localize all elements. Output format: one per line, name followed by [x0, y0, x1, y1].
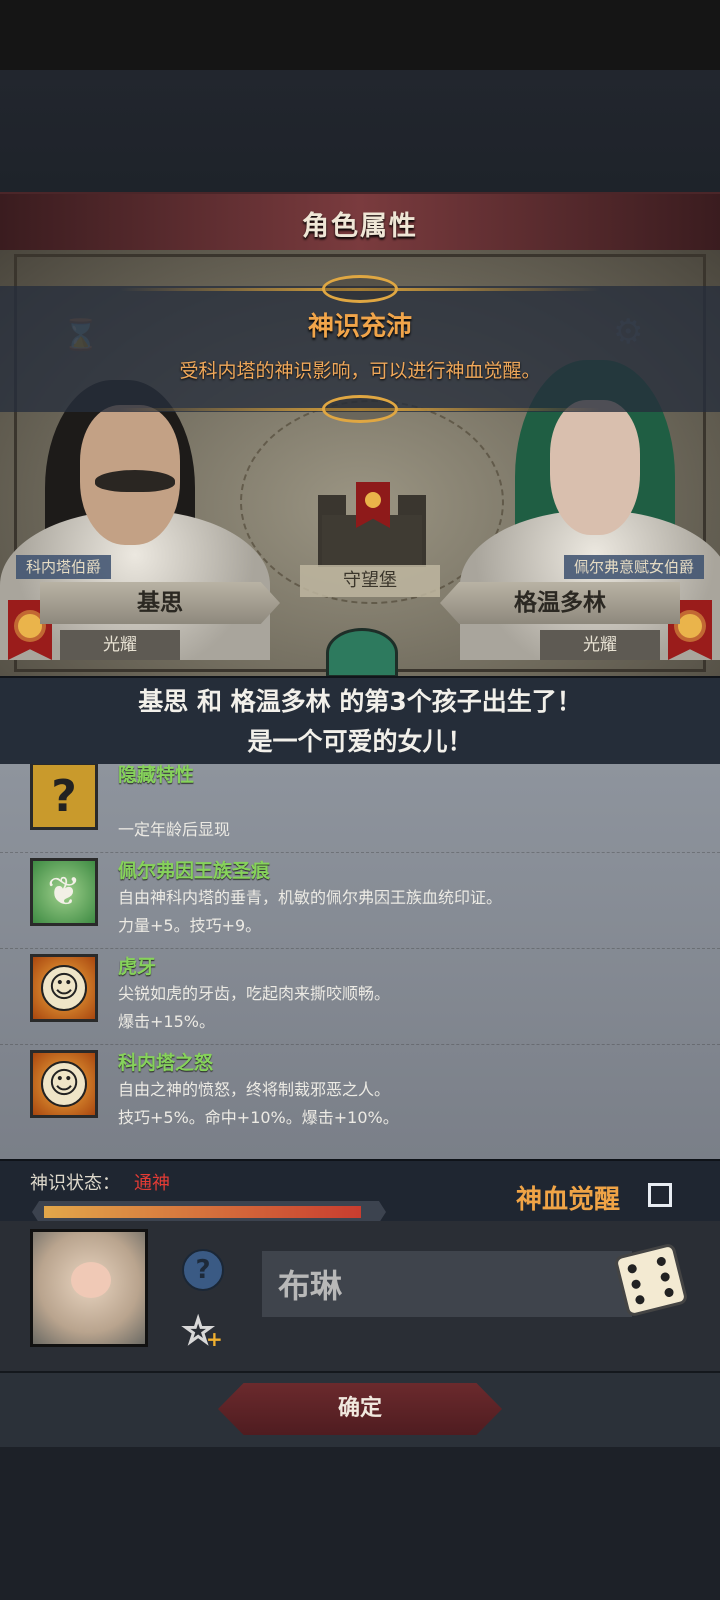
baby-face	[71, 1262, 111, 1298]
location-label: 守望堡	[300, 565, 440, 597]
trait-description: 自由神科内塔的垂青，机敏的佩尔弗因王族血统印证。	[118, 888, 503, 907]
father-name-plate: 基思	[40, 582, 280, 624]
smile-icon: ☺	[30, 954, 98, 1022]
bottom-area	[0, 1447, 720, 1600]
ornament-knot-icon	[322, 275, 398, 303]
status-bar-area	[0, 0, 720, 70]
mother-trait-plate: 光耀	[540, 630, 660, 660]
smile-icon: ☺	[30, 1050, 98, 1118]
baby-portrait	[30, 1229, 148, 1347]
trait-item: ☺ 虎牙 尖锐如虎的牙齿，吃起肉来撕咬顺畅。 爆击+15%。	[0, 948, 720, 1045]
status-value: 通神	[134, 1173, 170, 1194]
trait-effect: 力量+5。技巧+9。	[118, 916, 262, 935]
ornament-knot-icon	[322, 395, 398, 423]
trait-effect: 爆击+15%。	[118, 1012, 215, 1031]
castle-icon	[322, 515, 422, 567]
progress-fill	[44, 1206, 361, 1218]
birth-message-line2: 是一个可爱的女儿！	[247, 727, 473, 756]
mother-name-plate: 格温多林	[440, 582, 680, 624]
confirm-button[interactable]: 确定	[218, 1383, 502, 1435]
trait-item: ❦ 佩尔弗因王族圣痕 自由神科内塔的垂青，机敏的佩尔弗因王族血统印证。 力量+5…	[0, 852, 720, 949]
father-title: 科内塔伯爵	[16, 555, 112, 579]
ornament-bottom	[0, 395, 720, 423]
mother-title: 佩尔弗意赋女伯爵	[563, 555, 704, 579]
progress-bar	[32, 1201, 386, 1223]
trait-name: 科内塔之怒	[118, 1052, 214, 1074]
footer: 确定	[0, 1371, 720, 1449]
child-name-input[interactable]	[262, 1251, 632, 1317]
awaken-label: 神血觉醒	[516, 1185, 621, 1215]
info-overlay: 神识充沛 受科内塔的神识影响，可以进行神血觉醒。	[0, 275, 720, 423]
birth-message-line1: 基思 和 格温多林 的第3个孩子出生了！	[138, 687, 582, 716]
dice-icon[interactable]	[613, 1242, 689, 1318]
father-mustache	[95, 470, 175, 492]
help-icon[interactable]: ?	[182, 1249, 224, 1291]
ornament-top	[0, 275, 720, 303]
character-attributes-screen: 角色属性 守望堡 ⌛ ⚙ 神识充沛 受科内塔的神识影响，可以进行神血觉醒。 科内…	[0, 0, 720, 1600]
divine-status-bar: 神识状态： 通神 神血觉醒	[0, 1159, 720, 1223]
status-label: 神识状态：	[30, 1173, 120, 1194]
awaken-checkbox[interactable]	[648, 1183, 672, 1207]
trait-effect: 技巧+5%。命中+10%。爆击+10%。	[118, 1108, 399, 1127]
info-description: 受科内塔的神识影响，可以进行神血觉醒。	[179, 360, 541, 382]
page-title: 角色属性	[302, 210, 418, 242]
leaf-icon: ❦	[30, 858, 98, 926]
father-trait-plate: 光耀	[60, 630, 180, 660]
question-icon: ?	[30, 764, 98, 830]
header-background	[0, 70, 720, 192]
birth-message: 基思 和 格温多林 的第3个孩子出生了！ 是一个可爱的女儿！	[0, 676, 720, 766]
trait-description: 自由之神的愤怒，终将制裁邪恶之人。	[118, 1080, 391, 1099]
trait-list[interactable]: ? 隐藏特性 一定年龄后显现 ❦ 佩尔弗因王族圣痕 自由神科内塔的垂青，机敏的佩…	[0, 764, 720, 1159]
plus-icon: +	[206, 1327, 223, 1351]
title-banner: 角色属性	[0, 192, 720, 254]
trait-item: ☺ 科内塔之怒 自由之神的愤怒，终将制裁邪恶之人。 技巧+5%。命中+10%。爆…	[0, 1044, 720, 1140]
emblem-icon	[326, 628, 398, 678]
trait-name: 虎牙	[118, 956, 157, 978]
trait-name: 隐藏特性	[118, 764, 195, 786]
info-title: 神识充沛	[307, 312, 412, 342]
trait-effect: 一定年龄后显现	[118, 820, 231, 839]
trait-item: ? 隐藏特性 一定年龄后显现	[0, 764, 720, 853]
mother-face	[550, 400, 640, 535]
child-naming-row: ? ☆ +	[0, 1221, 720, 1371]
trait-description: 尖锐如虎的牙齿，吃起肉来撕咬顺畅。	[118, 984, 391, 1003]
trait-name: 佩尔弗因王族圣痕	[118, 860, 271, 882]
